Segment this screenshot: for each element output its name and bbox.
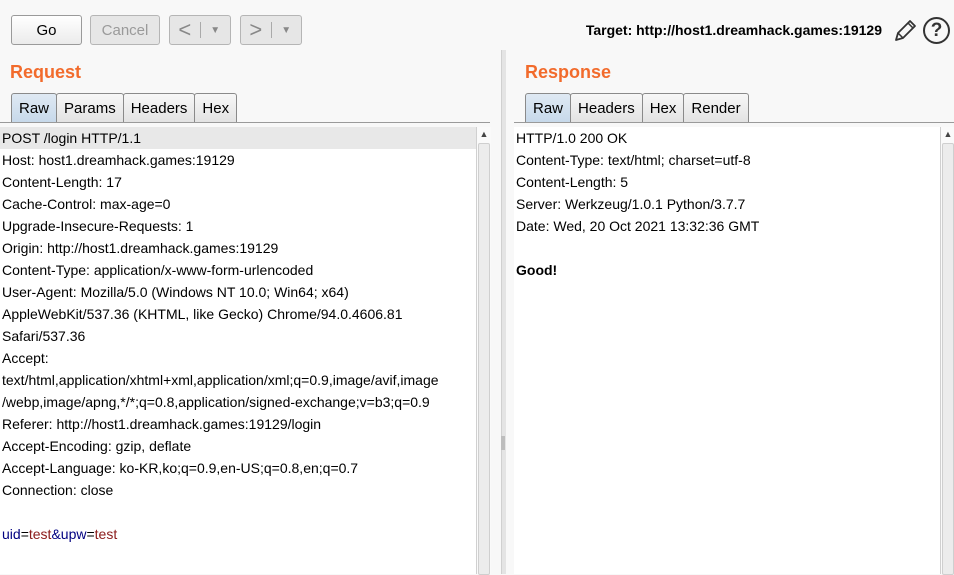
param-equals: = — [86, 526, 95, 542]
request-scrollbar[interactable]: ▲ — [476, 127, 491, 575]
param-separator: & — [51, 526, 61, 542]
request-line: POST /login HTTP/1.1 — [0, 127, 476, 149]
back-dropdown-icon[interactable]: ▼ — [201, 25, 231, 36]
request-line: Content-Type: application/x-www-form-url… — [2, 262, 314, 278]
scroll-up-icon[interactable]: ▲ — [477, 127, 491, 141]
request-line: /webp,image/apng,*/*;q=0.8,application/s… — [2, 394, 430, 410]
response-tab-headers[interactable]: Headers — [570, 93, 643, 123]
go-button[interactable]: Go — [11, 15, 82, 45]
target-label: Target: http://host1.dreamhack.games:191… — [585, 22, 882, 38]
response-title: Response — [525, 62, 612, 82]
response-tab-hex[interactable]: Hex — [641, 93, 685, 123]
param-key-upw: upw — [60, 526, 87, 542]
back-arrow-icon: < — [178, 17, 192, 42]
request-line: User-Agent: Mozilla/5.0 (Windows NT 10.0… — [2, 284, 349, 300]
request-line: Accept: — [2, 350, 49, 366]
param-equals: = — [20, 526, 29, 542]
panel-divider[interactable] — [501, 50, 506, 574]
request-tabs: Raw Params Headers Hex — [11, 93, 238, 123]
help-icon[interactable]: ? — [923, 17, 950, 44]
response-body: Good! — [516, 262, 558, 278]
param-value-upw: test — [94, 526, 118, 542]
response-scrollbar[interactable]: ▲ — [940, 127, 954, 575]
scroll-up-icon[interactable]: ▲ — [941, 127, 954, 141]
request-tab-raw[interactable]: Raw — [11, 93, 58, 123]
param-key-uid: uid — [2, 526, 21, 542]
request-line: Safari/537.36 — [2, 328, 86, 344]
request-line: Referer: http://host1.dreamhack.games:19… — [2, 416, 322, 432]
response-line: Date: Wed, 20 Oct 2021 13:32:36 GMT — [516, 218, 760, 234]
request-tab-hex[interactable]: Hex — [194, 93, 238, 123]
response-line: HTTP/1.0 200 OK — [516, 130, 628, 146]
request-line: AppleWebKit/537.36 (KHTML, like Gecko) C… — [2, 306, 403, 322]
pencil-icon[interactable] — [892, 18, 918, 44]
response-tab-underline — [514, 122, 954, 123]
request-line: Accept-Encoding: gzip, deflate — [2, 438, 192, 454]
request-line: Upgrade-Insecure-Requests: 1 — [2, 218, 194, 234]
request-line: Origin: http://host1.dreamhack.games:191… — [2, 240, 279, 256]
request-line: Cache-Control: max-age=0 — [2, 196, 171, 212]
request-line: Connection: close — [2, 482, 114, 498]
response-scroll-thumb[interactable] — [942, 143, 954, 575]
response-tab-raw[interactable]: Raw — [525, 93, 572, 123]
back-button[interactable]: < ▼ — [169, 15, 231, 45]
request-tab-headers[interactable]: Headers — [122, 93, 196, 123]
response-line — [514, 237, 941, 259]
divider-grip[interactable] — [501, 436, 505, 450]
forward-arrow-icon: > — [249, 17, 263, 42]
response-tabs: Raw Headers Hex Render — [525, 93, 749, 123]
request-body-line: uid=test&upw=test — [0, 523, 476, 545]
request-line: Content-Length: 17 — [2, 174, 122, 190]
param-value-uid: test — [28, 526, 52, 542]
request-tab-params[interactable]: Params — [56, 93, 124, 123]
request-title: Request — [10, 62, 82, 82]
request-tab-underline — [0, 122, 490, 123]
request-editor[interactable]: POST /login HTTP/1.1 Host: host1.dreamha… — [0, 127, 476, 574]
forward-dropdown-icon[interactable]: ▼ — [272, 25, 302, 36]
forward-button[interactable]: > ▼ — [240, 15, 302, 45]
cancel-button[interactable]: Cancel — [90, 15, 160, 45]
request-line: Host: host1.dreamhack.games:19129 — [2, 152, 235, 168]
request-scroll-thumb[interactable] — [478, 143, 490, 575]
request-line — [0, 501, 476, 523]
response-line: Content-Length: 5 — [516, 174, 629, 190]
response-tab-render[interactable]: Render — [683, 93, 749, 123]
response-editor[interactable]: HTTP/1.0 200 OK Content-Type: text/html;… — [514, 127, 941, 574]
request-line: text/html,application/xhtml+xml,applicat… — [2, 372, 439, 388]
response-line: Server: Werkzeug/1.0.1 Python/3.7.7 — [516, 196, 746, 212]
request-line: Accept-Language: ko-KR,ko;q=0.9,en-US;q=… — [2, 460, 359, 476]
response-line: Content-Type: text/html; charset=utf-8 — [516, 152, 751, 168]
